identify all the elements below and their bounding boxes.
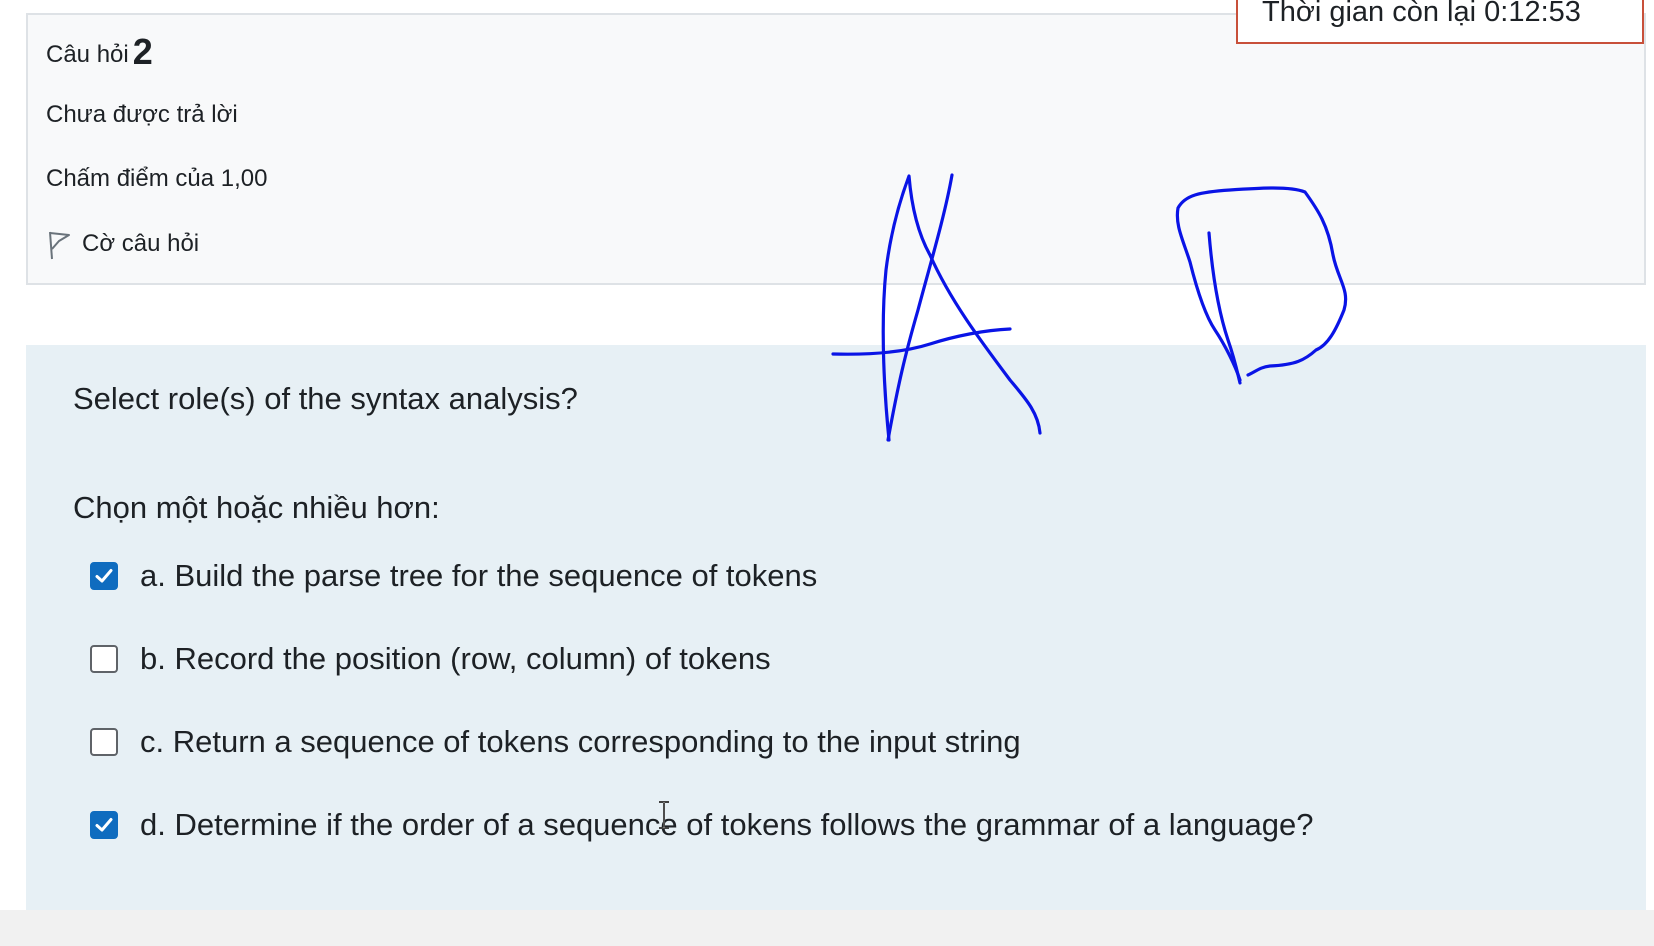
option-d-checkbox[interactable] xyxy=(90,811,118,839)
question-number: Câu hỏi 2 xyxy=(46,31,153,73)
answer-option-b[interactable]: b. Record the position (row, column) of … xyxy=(90,639,771,679)
option-b-label[interactable]: b. Record the position (row, column) of … xyxy=(140,641,771,677)
time-remaining-box: Thời gian còn lại 0:12:53 xyxy=(1236,0,1644,44)
flag-question-button[interactable]: Cờ câu hỏi xyxy=(46,229,199,261)
question-number-value: 2 xyxy=(132,31,153,72)
option-a-checkbox[interactable] xyxy=(90,562,118,590)
answer-prompt: Chọn một hoặc nhiều hơn: xyxy=(73,490,440,525)
bottom-bar xyxy=(0,910,1654,946)
question-state: Chưa được trả lời xyxy=(46,101,238,128)
question-info-panel: Câu hỏi 2 Chưa được trả lời Chấm điểm của… xyxy=(26,13,1646,285)
option-c-label[interactable]: c. Return a sequence of tokens correspon… xyxy=(140,724,1021,760)
time-remaining-text: Thời gian còn lại 0:12:53 xyxy=(1262,0,1581,28)
question-label: Câu hỏi xyxy=(46,41,129,68)
option-c-checkbox[interactable] xyxy=(90,728,118,756)
answer-option-d[interactable]: d. Determine if the order of a sequence … xyxy=(90,805,1314,845)
option-d-label[interactable]: d. Determine if the order of a sequence … xyxy=(140,807,1314,843)
flag-question-label: Cờ câu hỏi xyxy=(82,230,200,257)
question-grade: Chấm điểm của 1,00 xyxy=(46,165,268,192)
answer-option-a[interactable]: a. Build the parse tree for the sequence… xyxy=(90,556,817,596)
question-content: Select role(s) of the syntax analysis? C… xyxy=(26,345,1646,910)
option-a-label[interactable]: a. Build the parse tree for the sequence… xyxy=(140,558,817,594)
option-b-checkbox[interactable] xyxy=(90,645,118,673)
question-text: Select role(s) of the syntax analysis? xyxy=(73,381,578,416)
flag-icon xyxy=(46,229,72,261)
answer-option-c[interactable]: c. Return a sequence of tokens correspon… xyxy=(90,722,1021,762)
